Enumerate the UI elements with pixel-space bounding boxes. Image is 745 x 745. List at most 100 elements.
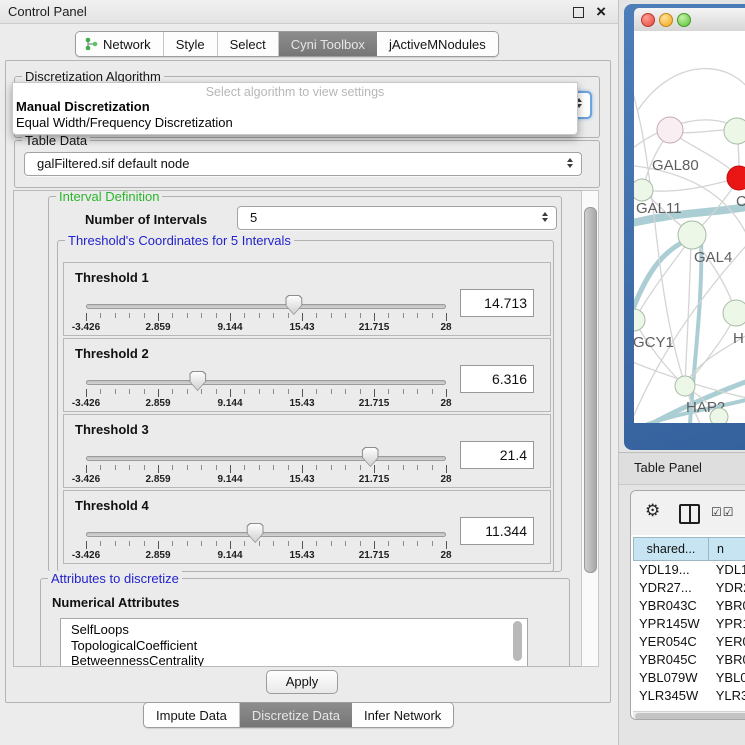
settings-scrollbar-thumb[interactable]: [584, 207, 597, 573]
table-row[interactable]: YDL19...YDL1: [633, 561, 745, 579]
tick-label: 28: [440, 322, 451, 333]
table-row[interactable]: YBR043CYBR0: [633, 597, 745, 615]
cell-shared-name: YBL079W: [633, 669, 708, 687]
network-node-h[interactable]: [723, 300, 745, 326]
list-item[interactable]: TopologicalCoefficient: [61, 638, 527, 654]
network-node-g[interactable]: [724, 118, 745, 144]
table-row[interactable]: YDR27...YDR2: [633, 579, 745, 597]
table-panel-title: Table Panel: [634, 460, 702, 475]
table-row[interactable]: YBR045CYBR0: [633, 651, 745, 669]
threshold-value-field[interactable]: 6.316: [460, 365, 534, 393]
slider-track[interactable]: [86, 456, 446, 461]
numerical-attributes-list[interactable]: SelfLoopsTopologicalCoefficientBetweenne…: [60, 618, 528, 667]
network-node-hap2[interactable]: [675, 376, 695, 396]
tab-cyni-toolbox[interactable]: Cyni Toolbox: [279, 32, 377, 56]
table-row[interactable]: YPR145WYPR1: [633, 615, 745, 633]
table-rows: YDL19...YDL1YDR27...YDR2YBR043CYBR0YPR14…: [633, 561, 745, 709]
tab-network[interactable]: Network: [76, 32, 164, 56]
attributes-list-scrollbar[interactable]: [513, 621, 522, 661]
menu-item[interactable]: Equal Width/Frequency Discretization: [13, 115, 577, 131]
cell-shared-name: YPR145W: [633, 615, 708, 633]
cell-shared-name: YBR045C: [633, 651, 708, 669]
columns-icon[interactable]: [679, 504, 700, 524]
threshold-slider[interactable]: -3.4262.8599.14415.4321.71528: [86, 339, 446, 411]
table-row[interactable]: YIL052CYIL0: [633, 705, 745, 709]
menu-item[interactable]: Manual Discretization: [13, 99, 577, 115]
slider-tick-labels: -3.4262.8599.14415.4321.71528: [86, 550, 446, 562]
cell-name: YDL1: [708, 561, 745, 579]
apply-button[interactable]: Apply: [266, 670, 338, 694]
table-hscrollbar-track[interactable]: [633, 711, 745, 720]
threshold-value-field[interactable]: 14.713: [460, 289, 534, 317]
attributes-group-title: Attributes to discretize: [48, 571, 182, 586]
node-label: C: [736, 193, 745, 210]
tab-impute-data[interactable]: Impute Data: [144, 703, 240, 727]
slider-thumb-icon[interactable]: [189, 371, 206, 391]
interval-definition-group-title: Interval Definition: [56, 190, 162, 204]
network-node-gal4[interactable]: [678, 221, 706, 249]
threshold-slider[interactable]: -3.4262.8599.14415.4321.71528: [86, 415, 446, 487]
float-window-icon[interactable]: [573, 7, 584, 18]
slider-track[interactable]: [86, 304, 446, 309]
table-hscrollbar-thumb[interactable]: [635, 713, 745, 720]
slider-thumb-icon[interactable]: [247, 523, 264, 543]
number-of-intervals-combobox[interactable]: 5: [237, 206, 557, 230]
close-icon[interactable]: ×: [596, 1, 606, 22]
tick-label: 15.43: [289, 550, 314, 561]
node-table: ⚙ ☑☑ shared... n YDL19...YDL1YDR27...YDR…: [630, 490, 745, 720]
threshold-value-field[interactable]: 11.344: [460, 517, 534, 545]
column-header-shared-name[interactable]: shared...: [633, 537, 709, 561]
list-item[interactable]: BetweennessCentrality: [61, 653, 527, 667]
slider-ticks: [86, 389, 446, 398]
tick-label: 9.144: [217, 398, 242, 409]
tick-label: 2.859: [145, 474, 170, 485]
tab-select[interactable]: Select: [218, 32, 279, 56]
minimize-traffic-light-icon[interactable]: [659, 13, 673, 27]
threshold-value-field[interactable]: 21.4: [460, 441, 534, 469]
table-header-row: shared... n: [633, 537, 745, 561]
network-node-gal80[interactable]: [657, 117, 683, 143]
zoom-traffic-light-icon[interactable]: [677, 13, 691, 27]
tab-label: Network: [103, 37, 151, 52]
network-canvas[interactable]: GAL80GCGAL11GAL4GCY1HHAP2: [634, 31, 745, 423]
slider-thumb-icon[interactable]: [362, 447, 379, 467]
threshold-slider[interactable]: -3.4262.8599.14415.4321.71528: [86, 491, 446, 563]
checkbox-icons[interactable]: ☑☑: [711, 505, 735, 519]
tick-label: 28: [440, 474, 451, 485]
tab-discretize-data[interactable]: Discretize Data: [240, 703, 352, 727]
gear-icon[interactable]: ⚙: [645, 501, 660, 521]
thresholds-group-title: Threshold's Coordinates for 5 Intervals: [65, 233, 294, 248]
cell-shared-name: YDL19...: [633, 561, 708, 579]
network-node-c[interactable]: [727, 166, 745, 190]
tick-label: 21.715: [359, 322, 390, 333]
node-label: GAL4: [694, 249, 732, 266]
tab-label: Impute Data: [156, 708, 227, 723]
table-data-combobox[interactable]: galFiltered.sif default node: [24, 152, 582, 176]
cell-name: YPR1: [708, 615, 745, 633]
slider-track[interactable]: [86, 532, 446, 537]
table-row[interactable]: YER054CYER0: [633, 633, 745, 651]
tab-style[interactable]: Style: [164, 32, 218, 56]
network-node[interactable]: [710, 408, 728, 423]
table-row[interactable]: YLR345WYLR3: [633, 687, 745, 705]
network-node-gal11[interactable]: [634, 179, 653, 201]
dropdown-items: Manual DiscretizationEqual Width/Frequen…: [13, 99, 577, 131]
table-row[interactable]: YBL079WYBL0: [633, 669, 745, 687]
slider-track[interactable]: [86, 380, 446, 385]
number-of-intervals-value: 5: [250, 210, 257, 225]
list-item[interactable]: SelfLoops: [61, 622, 527, 638]
slider-tick-labels: -3.4262.8599.14415.4321.71528: [86, 398, 446, 410]
top-tab-bar: Network StyleSelectCyni ToolboxjActiveMNo…: [75, 31, 499, 57]
algorithm-dropdown-menu: Select algorithm to view settings Manual…: [12, 82, 578, 135]
threshold-slider[interactable]: -3.4262.8599.14415.4321.71528: [86, 263, 446, 335]
tab-jactivemnodules[interactable]: jActiveMNodules: [377, 32, 498, 56]
close-traffic-light-icon[interactable]: [641, 13, 655, 27]
threshold-panel: Threshold 2 -3.4262.8599.14415.4321.7152…: [63, 338, 551, 412]
tick-label: 2.859: [145, 398, 170, 409]
tick-label: -3.426: [72, 322, 100, 333]
column-header-name[interactable]: n: [709, 537, 745, 561]
network-node-gcy1[interactable]: [634, 309, 645, 331]
tab-infer-network[interactable]: Infer Network: [352, 703, 453, 727]
threshold-panel: Threshold 1 -3.4262.8599.14415.4321.7152…: [63, 262, 551, 336]
slider-thumb-icon[interactable]: [285, 295, 302, 315]
